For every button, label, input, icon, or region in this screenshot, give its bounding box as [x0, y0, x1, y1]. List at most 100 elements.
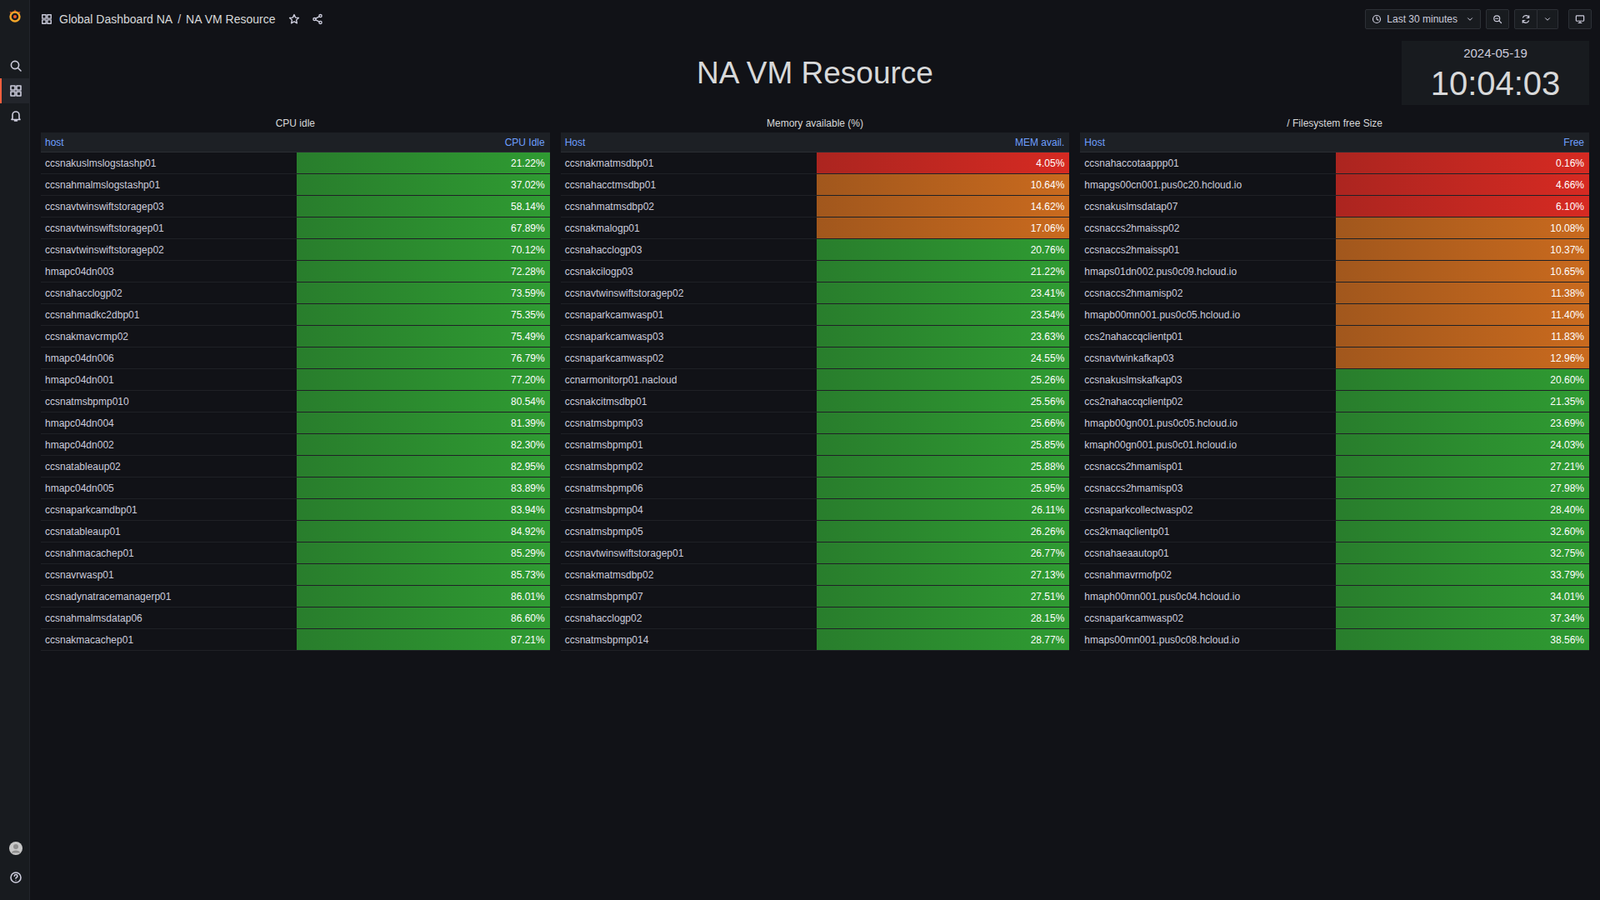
host-cell: kmaph00gn001.pus0c01.hcloud.io [1080, 434, 1336, 455]
value-cell: 21.22% [816, 260, 1070, 282]
value-cell: 23.41% [816, 282, 1070, 304]
host-cell: ccsnahmavrmofp02 [1080, 564, 1336, 585]
table-row: ccs2nahaccqclientp0111.83% [1080, 325, 1590, 348]
value-cell: 24.03% [1335, 434, 1590, 455]
dashboards-icon [40, 13, 53, 25]
column-header[interactable]: Free [1335, 132, 1590, 152]
value-cell: 85.29% [296, 542, 550, 564]
zoom-out-button[interactable] [1485, 9, 1510, 30]
value-cell: 25.56% [816, 390, 1070, 412]
table-row: hmapgs00cn001.pus0c20.hcloud.io4.66% [1080, 174, 1590, 196]
host-cell: ccsnavtwinswiftstoragep01 [560, 542, 817, 564]
search-icon[interactable] [9, 59, 23, 73]
value-cell: 20.60% [1335, 369, 1590, 390]
table-row: ccs2nahaccqclientp0221.35% [1080, 390, 1590, 413]
host-cell: ccsnadynatracemanagerp01 [40, 585, 297, 607]
value-cell: 33.79% [1335, 564, 1590, 585]
table-panel: CPU idlehostCPU Idleccsnakuslmslogstashp… [40, 114, 550, 651]
value-cell: 58.14% [296, 195, 550, 217]
chevron-down-icon [1543, 15, 1552, 24]
host-cell: ccsnaccs2hmamisp01 [1080, 455, 1336, 477]
value-cell: 70.12% [296, 239, 550, 260]
column-header[interactable]: CPU Idle [296, 132, 550, 152]
monitor-icon [1575, 14, 1585, 25]
table-row: ccsnavtwinswiftstoragep0223.41% [560, 282, 1070, 305]
column-header[interactable]: MEM avail. [816, 132, 1070, 152]
refresh-interval-dropdown[interactable] [1537, 9, 1559, 30]
host-cell: ccsnahaccotaappp01 [1080, 152, 1336, 174]
host-cell: hmapc04dn004 [40, 412, 297, 434]
host-cell: ccsnaparkcamdbp01 [40, 499, 297, 520]
table-row: ccsnahacclogp0273.59% [40, 282, 550, 305]
value-cell: 11.38% [1335, 282, 1590, 304]
host-cell: hmapc04dn006 [40, 347, 297, 369]
value-cell: 84.92% [296, 520, 550, 542]
breadcrumb-item[interactable]: Global Dashboard NA [59, 10, 173, 29]
user-avatar-icon[interactable] [8, 840, 24, 856]
table-row: ccsnaparkcamwasp0237.34% [1080, 607, 1590, 630]
table-row: hmaps00mn001.pus0c08.hcloud.io38.56% [1080, 629, 1590, 651]
grafana-logo-icon[interactable] [5, 6, 25, 25]
value-cell: 72.28% [296, 260, 550, 282]
value-cell: 86.01% [296, 585, 550, 607]
refresh-button[interactable] [1514, 9, 1538, 30]
host-cell: ccsnavrwasp01 [40, 564, 297, 585]
dashboards-icon[interactable] [9, 84, 23, 98]
table-row: ccsnahmalmslogstashp0137.02% [40, 174, 550, 196]
host-cell: ccsnavtwinkafkap03 [1080, 347, 1336, 369]
table-row: ccsnakuslmskafkap0320.60% [1080, 369, 1590, 391]
host-cell: ccsnakuslmslogstashp01 [40, 152, 297, 174]
value-cell: 23.63% [816, 325, 1070, 347]
host-cell: ccsnatmsbpmp05 [560, 520, 817, 542]
help-icon[interactable] [9, 870, 23, 885]
value-cell: 32.60% [1335, 520, 1590, 542]
host-cell: ccsnaparkcollectwasp02 [1080, 499, 1336, 520]
host-cell: ccsnahmatmsdbp02 [560, 195, 817, 217]
sidebar-item[interactable] [0, 78, 30, 104]
value-cell: 25.88% [816, 455, 1070, 477]
host-cell: ccsnahmalmslogstashp01 [40, 174, 297, 195]
refresh-group [1514, 9, 1559, 30]
table-row: ccsnaccs2hmamisp0327.98% [1080, 477, 1590, 500]
host-cell: hmaps01dn002.pus0c09.hcloud.io [1080, 260, 1336, 282]
value-cell: 77.20% [296, 369, 550, 390]
value-cell: 21.35% [1335, 390, 1590, 412]
view-mode-button[interactable] [1568, 9, 1592, 30]
host-cell: ccsnavtwinswiftstoragep02 [40, 239, 297, 260]
value-cell: 28.40% [1335, 499, 1590, 520]
value-cell: 82.95% [296, 455, 550, 477]
sidebar-item[interactable] [0, 103, 30, 129]
host-cell: ccsnaccs2hmaissp01 [1080, 239, 1336, 260]
dashboard-title: NA VM Resource [696, 50, 934, 97]
column-header[interactable]: Host [1080, 132, 1336, 152]
value-cell: 76.79% [296, 347, 550, 369]
breadcrumb-item[interactable]: NA VM Resource [185, 10, 275, 29]
column-header[interactable]: host [40, 132, 297, 152]
table-row: ccsnavtwinswiftstoragep0358.14% [40, 195, 550, 218]
sidebar-item[interactable] [0, 835, 30, 861]
table-row: ccsnadynatracemanagerp0186.01% [40, 585, 550, 608]
table-row: ccsnakcitmsdbp0125.56% [560, 390, 1070, 413]
table-row: ccsnatmsbpmp0625.95% [560, 477, 1070, 500]
host-cell: hmapc04dn001 [40, 369, 297, 390]
value-cell: 25.66% [816, 412, 1070, 434]
bell-icon[interactable] [9, 109, 23, 123]
value-cell: 26.26% [816, 520, 1070, 542]
table-row: hmapc04dn00583.89% [40, 477, 550, 500]
column-header[interactable]: Host [560, 132, 817, 152]
host-cell: ccsnaccs2hmamisp02 [1080, 282, 1336, 304]
share-icon[interactable] [311, 13, 324, 25]
table-row: ccnarmonitorp01.nacloud25.26% [560, 369, 1070, 391]
sidebar-item[interactable] [0, 865, 30, 890]
value-cell: 75.35% [296, 304, 550, 325]
time-range-picker[interactable]: Last 30 minutes [1365, 9, 1481, 30]
value-cell: 23.54% [816, 304, 1070, 325]
star-icon[interactable] [288, 13, 300, 25]
host-cell: ccsnaccs2hmamisp03 [1080, 477, 1336, 499]
host-cell: ccsnahmacachep01 [40, 542, 297, 564]
sidebar-item[interactable] [0, 53, 30, 79]
table-row: ccsnahacclogp0228.15% [560, 607, 1070, 630]
value-cell: 10.64% [816, 174, 1070, 195]
clock-date: 2024-05-19 [1463, 46, 1528, 60]
host-cell: ccsnatableaup02 [40, 455, 297, 477]
